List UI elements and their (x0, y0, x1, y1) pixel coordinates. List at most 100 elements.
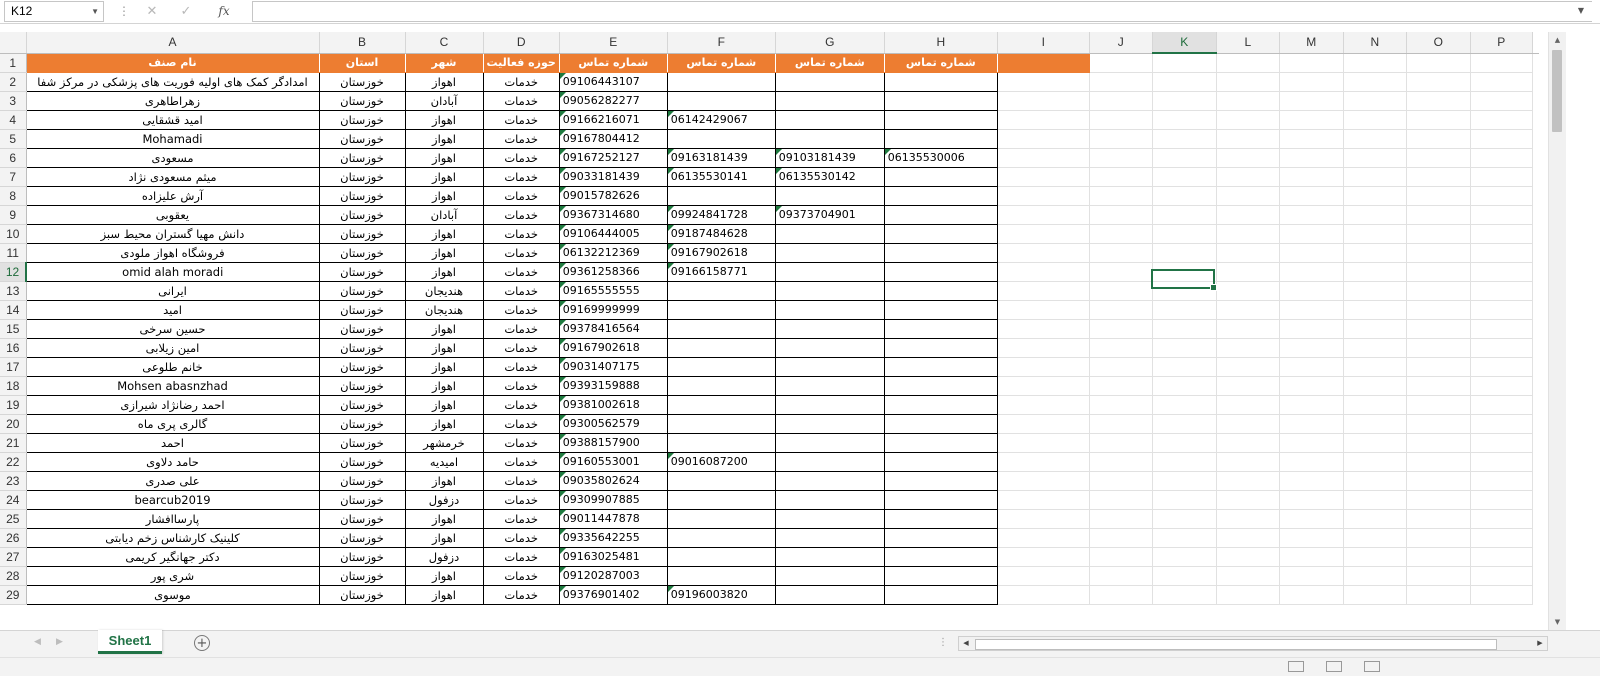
cell-o29[interactable] (1406, 585, 1471, 605)
cell-g28[interactable] (775, 566, 885, 586)
cell-m22[interactable] (1279, 452, 1344, 472)
formula-input[interactable]: ▼ (252, 1, 1592, 22)
cell-l8[interactable] (1216, 186, 1280, 206)
cell-e25[interactable]: 09011447878 (559, 509, 668, 529)
cell-o19[interactable] (1406, 395, 1471, 415)
cell-m8[interactable] (1279, 186, 1344, 206)
cell-o1[interactable] (1406, 53, 1471, 73)
cell-l20[interactable] (1216, 414, 1280, 434)
row-header-3[interactable]: 3 (0, 91, 27, 111)
column-header-h[interactable]: H (884, 32, 998, 54)
cell-c6[interactable]: اهواز (405, 148, 484, 168)
cell-f5[interactable] (667, 129, 776, 149)
add-sheet-icon[interactable]: + (194, 635, 210, 651)
cell-k12[interactable] (1152, 262, 1217, 282)
row-header-9[interactable]: 9 (0, 205, 27, 225)
cell-h8[interactable] (884, 186, 998, 206)
enter-check-icon[interactable]: ✓ (176, 3, 196, 20)
column-header-b[interactable]: B (319, 32, 406, 54)
cell-o10[interactable] (1406, 224, 1471, 244)
cell-n24[interactable] (1343, 490, 1407, 510)
sheet-tab-sheet1[interactable]: Sheet1 (98, 630, 162, 654)
cell-d29[interactable]: خدمات (483, 585, 560, 605)
cell-a14[interactable]: امید (26, 300, 320, 320)
cell-e11[interactable]: 06132212369 (559, 243, 668, 263)
row-header-1[interactable]: 1 (0, 53, 27, 73)
normal-view-icon[interactable] (1288, 661, 1304, 672)
cell-p21[interactable] (1470, 433, 1533, 453)
cell-k24[interactable] (1152, 490, 1217, 510)
cell-f23[interactable] (667, 471, 776, 491)
cell-j28[interactable] (1089, 566, 1153, 586)
cell-l5[interactable] (1216, 129, 1280, 149)
cell-b26[interactable]: خوزستان (319, 528, 406, 548)
cell-d22[interactable]: خدمات (483, 452, 560, 472)
cell-b14[interactable]: خوزستان (319, 300, 406, 320)
cell-l9[interactable] (1216, 205, 1280, 225)
row-header-4[interactable]: 4 (0, 110, 27, 130)
cell-a22[interactable]: حامد دلاوی (26, 452, 320, 472)
cell-c9[interactable]: آبادان (405, 205, 484, 225)
cell-f29[interactable]: 09196003820 (667, 585, 776, 605)
cell-e15[interactable]: 09378416564 (559, 319, 668, 339)
cell-n1[interactable] (1343, 53, 1407, 73)
cell-a12[interactable]: omid alah moradi (26, 262, 320, 282)
cell-b17[interactable]: خوزستان (319, 357, 406, 377)
row-header-8[interactable]: 8 (0, 186, 27, 206)
cell-o13[interactable] (1406, 281, 1471, 301)
cell-d2[interactable]: خدمات (483, 72, 560, 92)
scroll-left-icon[interactable]: ◀ (959, 637, 973, 650)
cell-h19[interactable] (884, 395, 998, 415)
cell-p13[interactable] (1470, 281, 1533, 301)
cell-i25[interactable] (997, 509, 1090, 529)
cell-c13[interactable]: هندیجان (405, 281, 484, 301)
cell-g11[interactable] (775, 243, 885, 263)
cell-j25[interactable] (1089, 509, 1153, 529)
header-cell-d[interactable]: حوزه فعالیت (483, 53, 560, 73)
horizontal-scrollbar[interactable]: ◀ ▶ (958, 636, 1548, 651)
cell-b3[interactable]: خوزستان (319, 91, 406, 111)
cell-i2[interactable] (997, 72, 1090, 92)
cell-p1[interactable] (1470, 53, 1533, 73)
cell-e4[interactable]: 09166216071 (559, 110, 668, 130)
cell-h16[interactable] (884, 338, 998, 358)
cell-m2[interactable] (1279, 72, 1344, 92)
column-header-p[interactable]: P (1470, 32, 1533, 54)
cell-e18[interactable]: 09393159888 (559, 376, 668, 396)
cell-b12[interactable]: خوزستان (319, 262, 406, 282)
cell-p23[interactable] (1470, 471, 1533, 491)
cell-j6[interactable] (1089, 148, 1153, 168)
cell-o16[interactable] (1406, 338, 1471, 358)
cell-o8[interactable] (1406, 186, 1471, 206)
cell-g23[interactable] (775, 471, 885, 491)
cell-n3[interactable] (1343, 91, 1407, 111)
cell-a9[interactable]: یعقوبی (26, 205, 320, 225)
cell-g2[interactable] (775, 72, 885, 92)
cell-l11[interactable] (1216, 243, 1280, 263)
cell-b15[interactable]: خوزستان (319, 319, 406, 339)
cell-n25[interactable] (1343, 509, 1407, 529)
cell-a16[interactable]: امین زیلابی (26, 338, 320, 358)
cell-j3[interactable] (1089, 91, 1153, 111)
cell-a13[interactable]: ایرانی (26, 281, 320, 301)
cell-c8[interactable]: اهواز (405, 186, 484, 206)
cell-g3[interactable] (775, 91, 885, 111)
cell-f14[interactable] (667, 300, 776, 320)
cell-c29[interactable]: اهواز (405, 585, 484, 605)
cell-c17[interactable]: اهواز (405, 357, 484, 377)
cell-o3[interactable] (1406, 91, 1471, 111)
cell-m23[interactable] (1279, 471, 1344, 491)
cell-m25[interactable] (1279, 509, 1344, 529)
cell-n11[interactable] (1343, 243, 1407, 263)
cell-m9[interactable] (1279, 205, 1344, 225)
row-header-6[interactable]: 6 (0, 148, 27, 168)
cell-h27[interactable] (884, 547, 998, 567)
cell-f17[interactable] (667, 357, 776, 377)
cell-l21[interactable] (1216, 433, 1280, 453)
cell-p11[interactable] (1470, 243, 1533, 263)
cell-k6[interactable] (1152, 148, 1217, 168)
page-layout-view-icon[interactable] (1326, 661, 1342, 672)
cell-e5[interactable]: 09167804412 (559, 129, 668, 149)
cell-o4[interactable] (1406, 110, 1471, 130)
cell-i15[interactable] (997, 319, 1090, 339)
